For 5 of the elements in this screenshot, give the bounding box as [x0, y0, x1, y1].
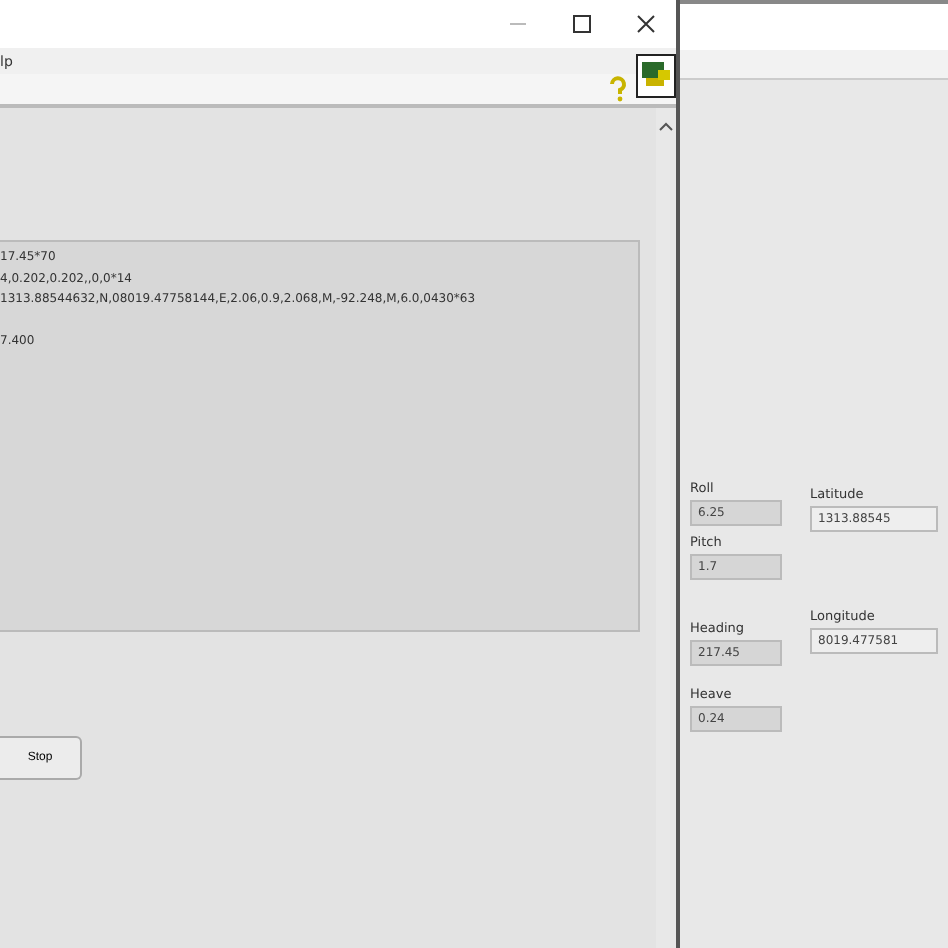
instrument-icon[interactable] [636, 54, 676, 98]
scrollbar[interactable] [656, 108, 676, 948]
scroll-up-icon[interactable] [658, 120, 674, 132]
close-icon[interactable] [636, 14, 656, 34]
maximize-icon[interactable] [572, 14, 592, 34]
